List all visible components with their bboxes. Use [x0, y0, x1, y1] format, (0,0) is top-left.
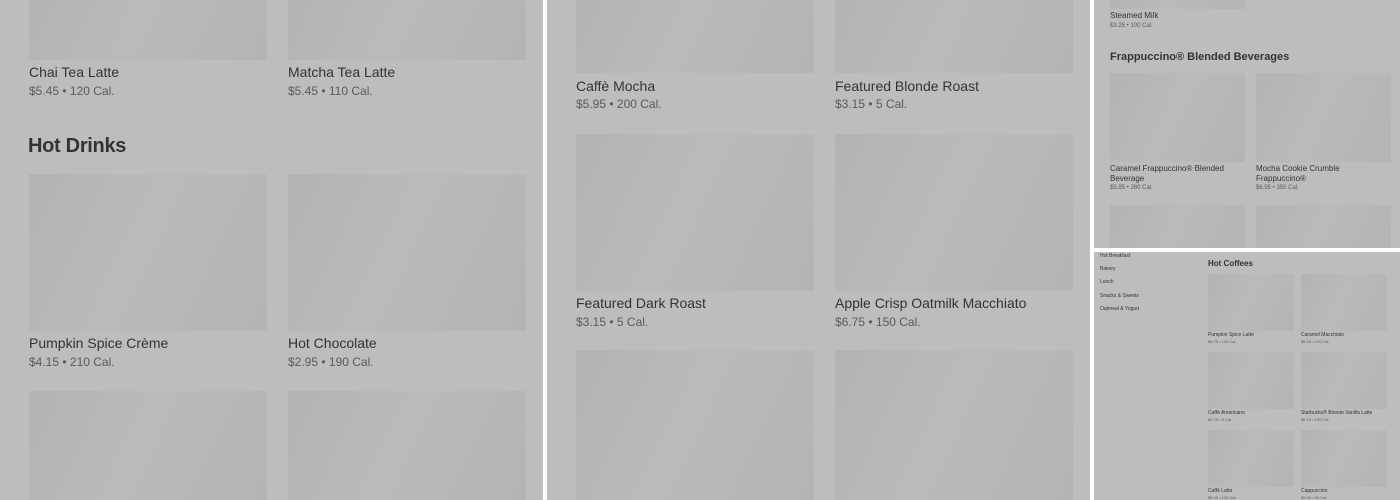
item-image[interactable]: [835, 350, 1073, 500]
item-image[interactable]: [576, 0, 814, 73]
item-price-calories: $6.15 • 130 Cal.: [1301, 417, 1330, 422]
item-name[interactable]: Starbucks® Blonde Vanilla Latte: [1301, 410, 1372, 416]
item-name[interactable]: Mocha Cookie Crumble Frappuccino®: [1256, 164, 1386, 184]
item-name[interactable]: Hot Chocolate: [288, 335, 377, 351]
sidebar-item-snacks-sweets[interactable]: Snacks & Sweets: [1100, 293, 1139, 299]
item-name[interactable]: Caffè Americano: [1208, 410, 1245, 416]
item-name[interactable]: Caffè Latte: [1208, 488, 1232, 494]
item-price-calories: $6.75 • 150 Cal.: [835, 315, 921, 329]
item-image[interactable]: [1208, 352, 1294, 409]
item-image[interactable]: [1301, 352, 1387, 409]
item-image[interactable]: [29, 391, 267, 500]
item-name[interactable]: Featured Blonde Roast: [835, 78, 979, 94]
menu-panel-frappuccino: Steamed Milk $3.25 • 100 Cal. Frappuccin…: [1094, 0, 1400, 248]
item-image[interactable]: [288, 174, 526, 331]
item-image[interactable]: [1208, 274, 1294, 331]
item-image[interactable]: [576, 350, 814, 500]
menu-panel-hot-drinks: Chai Tea Latte $5.45 • 120 Cal. Matcha T…: [0, 0, 543, 500]
item-image[interactable]: [1256, 73, 1391, 162]
item-name[interactable]: Chai Tea Latte: [29, 64, 119, 80]
item-image[interactable]: [29, 174, 267, 331]
item-price-calories: $3.15 • 5 Cal.: [835, 97, 908, 111]
item-name[interactable]: Featured Dark Roast: [576, 295, 706, 311]
item-price-calories: $4.25 • 5 Cal.: [1208, 417, 1233, 422]
item-image[interactable]: [29, 0, 267, 60]
section-title: Frappuccino® Blended Beverages: [1110, 51, 1290, 63]
item-name[interactable]: Caffè Mocha: [576, 78, 655, 94]
item-image[interactable]: [1301, 274, 1387, 331]
item-price-calories: $5.45 • 130 Cal.: [1208, 495, 1237, 500]
item-price-calories: $6.95 • 350 Cal.: [1256, 185, 1299, 191]
item-price-calories: $5.45 • 120 Cal.: [29, 84, 115, 98]
item-name[interactable]: Caramel Frappuccino® Blended Beverage: [1110, 164, 1240, 184]
item-price-calories: $5.95 • 280 Cal.: [1110, 185, 1153, 191]
section-title: Hot Coffees: [1208, 259, 1253, 268]
item-image[interactable]: [1208, 430, 1294, 487]
item-image[interactable]: [835, 0, 1073, 73]
item-name[interactable]: Steamed Milk: [1110, 11, 1158, 21]
item-image[interactable]: [1110, 0, 1245, 9]
sidebar-item-hot-breakfast[interactable]: Hot Breakfast: [1100, 253, 1130, 259]
item-price-calories: $5.95 • 200 Cal.: [576, 97, 662, 111]
item-price-calories: $5.45 • 110 Cal.: [288, 84, 373, 98]
item-image[interactable]: [1301, 430, 1387, 487]
item-price-calories: $6.75 • 120 Cal.: [1208, 339, 1237, 344]
section-title: Hot Drinks: [28, 135, 127, 157]
item-image[interactable]: [1110, 205, 1245, 248]
item-price-calories: $6.25 • 120 Cal.: [1301, 339, 1330, 344]
item-price-calories: $5.45 • 90 Cal.: [1301, 495, 1328, 500]
item-image[interactable]: [835, 134, 1073, 291]
item-price-calories: $3.15 • 5 Cal.: [576, 315, 649, 329]
item-image[interactable]: [288, 391, 526, 500]
item-price-calories: $3.25 • 100 Cal.: [1110, 23, 1153, 29]
sidebar-item-bakery[interactable]: Bakery: [1100, 266, 1116, 272]
item-image[interactable]: [576, 134, 814, 291]
item-name[interactable]: Pumpkin Spice Latte: [1208, 332, 1254, 338]
menu-panel-coffees: Caffè Mocha $5.95 • 200 Cal. Featured Bl…: [547, 0, 1090, 500]
item-price-calories: $4.15 • 210 Cal.: [29, 355, 115, 369]
item-price-calories: $2.95 • 190 Cal.: [288, 355, 374, 369]
item-name[interactable]: Matcha Tea Latte: [288, 64, 395, 80]
item-name[interactable]: Apple Crisp Oatmilk Macchiato: [835, 295, 1026, 311]
sidebar-item-oatmeal-yogurt[interactable]: Oatmeal & Yogurt: [1100, 306, 1139, 312]
menu-panel-hot-coffees: Hot Breakfast Bakery Lunch Snacks & Swee…: [1094, 252, 1400, 500]
sidebar-item-lunch[interactable]: Lunch: [1100, 279, 1114, 285]
item-image[interactable]: [1256, 205, 1391, 248]
item-image[interactable]: [288, 0, 526, 60]
item-image[interactable]: [1110, 73, 1245, 162]
item-name[interactable]: Caramel Macchiato: [1301, 332, 1344, 338]
item-name[interactable]: Pumpkin Spice Crème: [29, 335, 168, 351]
item-name[interactable]: Cappuccino: [1301, 488, 1327, 494]
